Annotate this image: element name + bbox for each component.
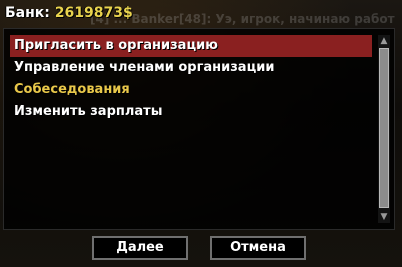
scroll-down-arrow-icon[interactable]: ▼ — [378, 211, 390, 223]
cancel-button[interactable]: Отмена — [210, 236, 306, 260]
bank-balance: Банк: 2619873$ — [5, 2, 133, 24]
menu-list: Пригласить в организацию Управление член… — [10, 35, 372, 223]
menu-item-change-salaries[interactable]: Изменить зарплаты — [10, 101, 372, 123]
menu-item-interviews[interactable]: Собеседования — [10, 79, 372, 101]
scroll-up-arrow-icon[interactable]: ▲ — [378, 35, 390, 47]
list-scrollbar[interactable]: ▲ ▼ — [378, 35, 390, 223]
scroll-thumb[interactable] — [379, 48, 389, 208]
next-button[interactable]: Далее — [92, 236, 188, 260]
organization-menu-dialog: Пригласить в организацию Управление член… — [3, 28, 395, 230]
menu-item-manage-members[interactable]: Управление членами организации — [10, 57, 372, 79]
bank-amount: 2619873$ — [54, 5, 133, 21]
background-chat-line: [4] ... Banker[48]: Уэ, игрок, начинаю р… — [90, 12, 395, 26]
bank-label: Банк: — [5, 5, 50, 21]
menu-item-invite[interactable]: Пригласить в организацию — [10, 35, 372, 57]
